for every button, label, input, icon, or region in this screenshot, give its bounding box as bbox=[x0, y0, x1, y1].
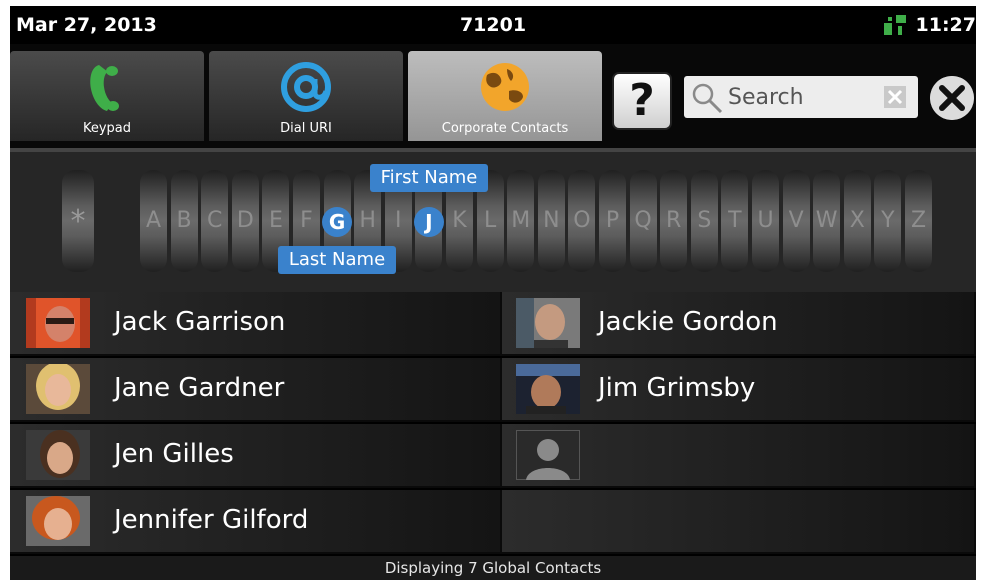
contact-avatar bbox=[516, 298, 580, 348]
alphabet-key-n[interactable]: N bbox=[537, 170, 565, 272]
alphabet-key-label: A bbox=[145, 208, 162, 233]
alphabet-key-label: Z bbox=[910, 208, 927, 233]
help-button-label: ? bbox=[629, 75, 655, 126]
alphabet-key-label: H bbox=[359, 208, 376, 233]
contacts-count-footer: Displaying 7 Global Contacts bbox=[10, 556, 976, 580]
contact-avatar bbox=[516, 364, 580, 414]
alphabet-key-label: W bbox=[815, 208, 838, 233]
tab-dial-uri-label: Dial URI bbox=[280, 121, 332, 136]
contact-avatar bbox=[26, 364, 90, 414]
alphabet-key-label: J bbox=[413, 207, 444, 237]
alphabet-key-label: K bbox=[452, 208, 467, 233]
alphabet-key-c[interactable]: C bbox=[201, 170, 229, 272]
avatar-placeholder-icon bbox=[516, 430, 580, 480]
search-input[interactable] bbox=[728, 80, 868, 114]
alphabet-key-v[interactable]: V bbox=[782, 170, 810, 272]
alphabet-key-label: G bbox=[322, 207, 353, 237]
alphabet-key-label: O bbox=[573, 208, 591, 233]
clear-search-icon[interactable] bbox=[884, 86, 906, 108]
alphabet-key-label: R bbox=[666, 208, 682, 233]
contact-avatar bbox=[26, 430, 90, 480]
alphabet-key-y[interactable]: Y bbox=[874, 170, 902, 272]
alphabet-key-label: U bbox=[757, 208, 774, 233]
at-sign-icon bbox=[281, 62, 331, 112]
phone-screen: Mar 27, 2013 71201 11:27 Keypad Dial URI… bbox=[10, 6, 976, 580]
alphabet-key-label: M bbox=[511, 208, 531, 233]
contacts-list: Jack Garrison Jackie Gordon Jane Gardner… bbox=[10, 292, 976, 556]
alphabet-key-label: C bbox=[207, 208, 223, 233]
status-extension: 71201 bbox=[459, 14, 527, 36]
contact-item[interactable]: Jen Gilles bbox=[10, 424, 502, 488]
alphabet-key-b[interactable]: B bbox=[170, 170, 198, 272]
alphabet-filter: * ABCDEFGHIJKLMNOPQRSTUVWXYZ First Name … bbox=[10, 148, 976, 292]
contact-item[interactable]: Jackie Gordon bbox=[502, 292, 976, 356]
alphabet-key-label: I bbox=[395, 208, 402, 233]
alphabet-key-label: B bbox=[176, 208, 192, 233]
tab-bar: Keypad Dial URI Corporate Contacts ? bbox=[10, 44, 976, 148]
empty-contact-slot bbox=[502, 490, 976, 554]
status-time: 11:27 bbox=[915, 14, 976, 36]
alphabet-key-label: Y bbox=[881, 208, 895, 233]
contact-item[interactable] bbox=[502, 424, 976, 488]
alphabet-key-o[interactable]: O bbox=[568, 170, 596, 272]
search-icon bbox=[692, 83, 723, 114]
tab-keypad[interactable]: Keypad bbox=[10, 51, 204, 141]
contact-item[interactable]: Jennifer Gilford bbox=[10, 490, 502, 554]
contact-name: Jennifer Gilford bbox=[114, 505, 309, 535]
alphabet-key-label: T bbox=[728, 208, 742, 233]
alphabet-key-p[interactable]: P bbox=[599, 170, 626, 272]
tab-corporate-contacts-label: Corporate Contacts bbox=[441, 121, 569, 136]
phone-handset-icon bbox=[90, 65, 119, 111]
search-box[interactable] bbox=[684, 76, 918, 118]
first-name-tooltip: First Name bbox=[370, 164, 488, 192]
alphabet-key-label: P bbox=[605, 208, 620, 233]
close-icon[interactable] bbox=[930, 76, 974, 120]
contact-name: Jack Garrison bbox=[114, 307, 286, 337]
status-bar: Mar 27, 2013 71201 11:27 bbox=[10, 6, 976, 44]
alphabet-key-a[interactable]: A bbox=[140, 170, 167, 272]
contact-name: Jim Grimsby bbox=[598, 373, 756, 403]
last-name-tooltip: Last Name bbox=[278, 246, 396, 274]
alphabet-key-z[interactable]: Z bbox=[905, 170, 932, 272]
alphabet-key-w[interactable]: W bbox=[813, 170, 841, 272]
tab-corporate-contacts[interactable]: Corporate Contacts bbox=[408, 51, 602, 141]
contact-avatar bbox=[26, 496, 90, 546]
alphabet-key-r[interactable]: R bbox=[660, 170, 688, 272]
alphabet-key-label: L bbox=[483, 208, 497, 233]
alphabet-key-u[interactable]: U bbox=[752, 170, 779, 272]
contact-name: Jane Gardner bbox=[114, 373, 285, 403]
alphabet-key-m[interactable]: M bbox=[507, 170, 535, 272]
contact-name: Jen Gilles bbox=[114, 439, 234, 469]
alphabet-key-label: S bbox=[697, 208, 712, 233]
contact-item[interactable]: Jim Grimsby bbox=[502, 358, 976, 422]
alphabet-key-label: D bbox=[236, 208, 254, 233]
contact-item[interactable]: Jane Gardner bbox=[10, 358, 502, 422]
tab-keypad-label: Keypad bbox=[82, 121, 132, 136]
tab-dial-uri[interactable]: Dial URI bbox=[209, 51, 403, 141]
alphabet-key-q[interactable]: Q bbox=[629, 170, 657, 272]
network-icon bbox=[884, 15, 906, 35]
alphabet-key-d[interactable]: D bbox=[231, 170, 259, 272]
wildcard-label: * bbox=[70, 204, 86, 239]
alphabet-key-wildcard[interactable]: * bbox=[62, 170, 94, 272]
contact-name: Jackie Gordon bbox=[598, 307, 778, 337]
contact-item[interactable]: Jack Garrison bbox=[10, 292, 502, 356]
alphabet-key-label: E bbox=[268, 208, 283, 233]
help-button[interactable]: ? bbox=[612, 72, 672, 130]
alphabet-key-label: N bbox=[543, 208, 560, 233]
alphabet-key-label: F bbox=[300, 208, 313, 233]
alphabet-key-s[interactable]: S bbox=[690, 170, 718, 272]
alphabet-key-label: Q bbox=[634, 208, 652, 233]
alphabet-key-x[interactable]: X bbox=[843, 170, 871, 272]
alphabet-key-label: V bbox=[788, 208, 804, 233]
globe-icon bbox=[481, 63, 529, 111]
alphabet-key-label: X bbox=[849, 208, 865, 233]
alphabet-key-t[interactable]: T bbox=[721, 170, 749, 272]
contact-avatar bbox=[26, 298, 90, 348]
